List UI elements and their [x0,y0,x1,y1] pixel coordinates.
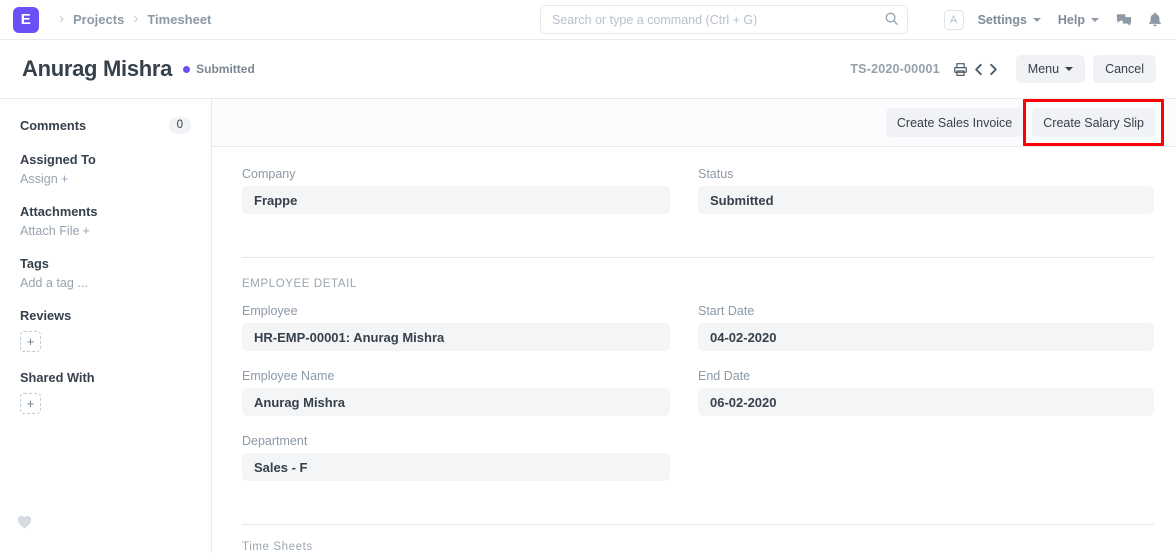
page-header: Anurag Mishra Submitted TS-2020-00001 Me… [0,40,1176,99]
status-badge-label: Submitted [196,62,255,76]
status-label: Status [698,167,1154,181]
attachments-label: Attachments [20,204,191,219]
field-start-date: Start Date 04-02-2020 [698,304,1154,351]
document-id: TS-2020-00001 [850,62,939,76]
sidebar-item-attachments: Attachments Attach File+ [20,204,191,238]
create-salary-slip-highlight: Create Salary Slip [1032,108,1155,137]
sidebar: Comments 0 Assigned To Assign+ Attachmen… [0,99,212,553]
department-value[interactable]: Sales - F [242,453,670,481]
nav-settings[interactable]: Settings [978,13,1041,27]
add-tag-input[interactable]: Add a tag ... [20,276,191,290]
add-share-button[interactable]: + [20,393,41,414]
assigned-to-label: Assigned To [20,152,191,167]
assign-button[interactable]: Assign+ [20,172,191,186]
comments-label: Comments [20,118,86,133]
sidebar-item-assigned-to: Assigned To Assign+ [20,152,191,186]
field-employee-name: Employee Name Anurag Mishra [242,369,670,416]
employee-value[interactable]: HR-EMP-00001: Anurag Mishra [242,323,670,351]
chevron-right-icon: › [133,11,138,26]
page-title: Anurag Mishra [22,56,172,82]
form-section-time-sheets: Time Sheets [212,525,1176,553]
search-box[interactable] [540,5,908,34]
breadcrumb-projects[interactable]: Projects [73,12,124,27]
breadcrumb: › Projects › Timesheet [50,12,211,27]
plus-icon: + [83,224,90,238]
field-end-date: End Date 06-02-2020 [698,369,1154,416]
comments-count-badge: 0 [169,117,191,134]
attach-file-button[interactable]: Attach File+ [20,224,191,238]
chat-icon[interactable] [1116,13,1132,28]
page-body: Comments 0 Assigned To Assign+ Attachmen… [0,99,1176,553]
time-sheets-section-title: Time Sheets [242,541,1154,553]
end-date-label: End Date [698,369,1154,383]
create-sales-invoice-button[interactable]: Create Sales Invoice [886,108,1023,137]
form-section-employee-detail: EMPLOYEE DETAIL Employee HR-EMP-00001: A… [212,258,1176,525]
create-salary-slip-button[interactable]: Create Salary Slip [1032,108,1155,137]
navbar: E › Projects › Timesheet A Settings Help [0,0,1176,40]
sidebar-item-comments[interactable]: Comments 0 [20,117,191,134]
attach-file-label: Attach File [20,224,80,238]
cancel-button[interactable]: Cancel [1093,55,1156,83]
status-badge: Submitted [183,62,255,76]
company-value[interactable]: Frappe [242,186,670,214]
department-label: Department [242,434,670,448]
print-icon[interactable] [953,62,968,77]
end-date-value[interactable]: 06-02-2020 [698,388,1154,416]
bell-icon[interactable] [1148,12,1162,28]
menu-button-label: Menu [1028,62,1059,76]
chevron-down-icon [1033,18,1041,22]
form-toolbar: Create Sales Invoice Create Salary Slip [212,99,1176,147]
heart-icon[interactable] [17,515,32,532]
reviews-label: Reviews [20,308,191,323]
status-value[interactable]: Submitted [698,186,1154,214]
company-label: Company [242,167,670,181]
page-header-actions: TS-2020-00001 Menu Cancel [850,55,1156,83]
chevron-down-icon [1091,18,1099,22]
menu-button[interactable]: Menu [1016,55,1085,83]
chevron-down-icon [1065,67,1073,71]
form-section-general: Company Frappe Status Submitted [212,147,1176,258]
field-status: Status Submitted [698,167,1154,214]
plus-icon: + [61,172,68,186]
sidebar-item-tags: Tags Add a tag ... [20,256,191,290]
employee-detail-section-title: EMPLOYEE DETAIL [242,278,1154,290]
search-input[interactable] [540,5,908,34]
employee-label: Employee [242,304,670,318]
app-logo[interactable]: E [13,7,39,33]
status-dot-icon [183,66,190,73]
avatar[interactable]: A [944,10,964,30]
breadcrumb-timesheet[interactable]: Timesheet [147,12,211,27]
add-review-button[interactable]: + [20,331,41,352]
employee-name-value[interactable]: Anurag Mishra [242,388,670,416]
nav-help-label: Help [1058,13,1085,27]
nav-settings-label: Settings [978,13,1027,27]
shared-with-label: Shared With [20,370,191,385]
tags-label: Tags [20,256,191,271]
main-content: Create Sales Invoice Create Salary Slip … [212,99,1176,553]
start-date-value[interactable]: 04-02-2020 [698,323,1154,351]
chevron-right-icon: › [59,11,64,26]
field-employee: Employee HR-EMP-00001: Anurag Mishra [242,304,670,351]
employee-name-label: Employee Name [242,369,670,383]
navbar-right: A Settings Help [944,0,1164,40]
nav-help[interactable]: Help [1058,13,1099,27]
next-document-icon[interactable] [987,62,1000,77]
sidebar-item-reviews: Reviews + [20,308,191,352]
field-company: Company Frappe [242,167,670,214]
previous-document-icon[interactable] [972,62,985,77]
field-department: Department Sales - F [242,434,670,481]
sidebar-item-shared-with: Shared With + [20,370,191,414]
assign-label: Assign [20,172,58,186]
start-date-label: Start Date [698,304,1154,318]
